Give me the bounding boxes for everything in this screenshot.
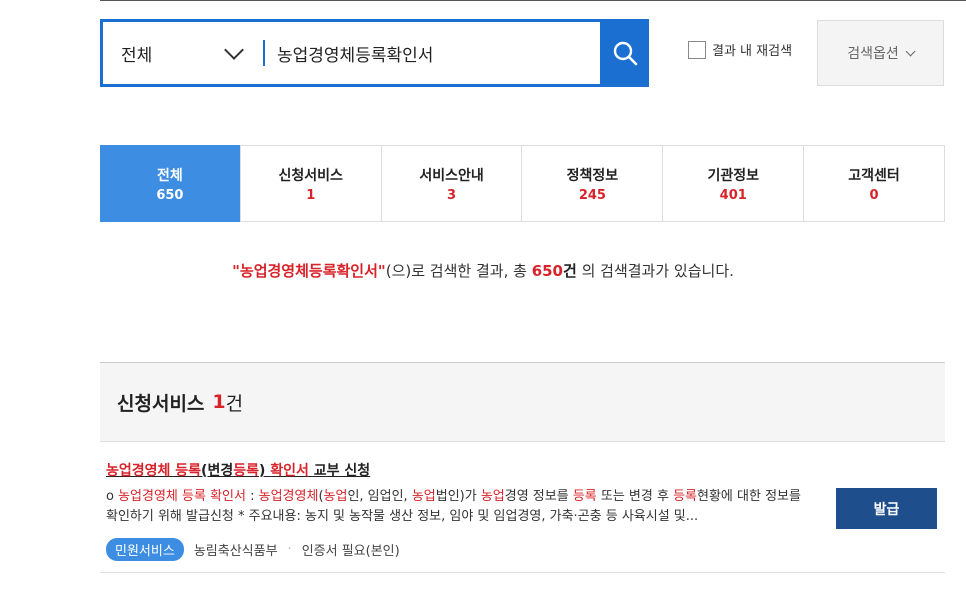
tab-label: 서비스안내 [419, 167, 484, 184]
tab-count: 1 [306, 187, 316, 203]
tab-all[interactable]: 전체 650 [100, 145, 240, 222]
title-part: 교부 신청 [308, 463, 371, 479]
result-meta: 민원서비스 농림축산식품부 · 인증서 필요(본인) [106, 538, 400, 561]
search-options-label: 검색옵션 [847, 46, 899, 62]
issue-button[interactable]: 발급 [836, 488, 937, 529]
desc-part: 인, 임업인, [347, 489, 412, 504]
desc-part: 또는 변경 후 [596, 489, 674, 504]
tab-policy-info[interactable]: 정책정보 245 [521, 146, 662, 221]
desc-part: 농업경영체 [258, 489, 319, 504]
search-input[interactable] [265, 22, 600, 84]
scope-dropdown[interactable]: 전체 [103, 22, 263, 84]
category-badge: 민원서비스 [106, 538, 184, 561]
desc-part: 농업 [411, 489, 436, 504]
tab-label: 고객센터 [848, 167, 900, 184]
chevron-down-icon [905, 46, 916, 56]
tab-label: 신청서비스 [278, 167, 343, 184]
result-summary: "농업경영체등록확인서"(으)로 검색한 결과, 총 650건 의 검색결과가 … [0, 260, 966, 281]
recheck-checkbox[interactable] [688, 40, 706, 59]
meta-separator: · [287, 542, 292, 557]
title-part: ) [258, 463, 271, 479]
desc-part: 법인)가 [435, 489, 481, 504]
tab-agency-info[interactable]: 기관정보 401 [662, 146, 803, 221]
desc-part: o [106, 489, 119, 504]
top-border [100, 0, 966, 1]
tab-count: 245 [578, 187, 606, 203]
section-count: 1 [212, 391, 226, 413]
search-button[interactable] [600, 19, 649, 87]
section-header: 신청서비스 1건 [100, 362, 945, 442]
tab-count: 650 [156, 187, 184, 203]
tab-count: 401 [719, 187, 747, 203]
result-item: 농업경영체 등록(변경등록) 확인서 교부 신청 o 농업경영체 등록 확인서 … [100, 442, 945, 573]
chevron-down-icon [224, 40, 244, 60]
section-unit: 건 [225, 392, 244, 415]
tab-count: 0 [869, 187, 879, 203]
recheck-label: 결과 내 재검색 [712, 44, 793, 59]
result-description: o 농업경영체 등록 확인서 : 농업경영체(농업인, 임업인, 농업법인)가 … [106, 487, 816, 527]
desc-part: 등록 [572, 489, 597, 504]
title-part: 등록 [233, 463, 259, 479]
tab-label: 전체 [157, 167, 183, 184]
category-tabs: 전체 650 신청서비스 1 서비스안내 3 정책정보 245 기관정보 401… [100, 145, 945, 222]
tab-customer-center[interactable]: 고객센터 0 [803, 146, 944, 221]
desc-part: 농업 [480, 489, 505, 504]
title-part: 농업경영체 등록 [106, 463, 202, 479]
recheck-toggle[interactable]: 결과 내 재검색 [688, 40, 792, 59]
tab-label: 정책정보 [566, 167, 619, 184]
tab-service-guide[interactable]: 서비스안내 3 [380, 146, 522, 221]
section-title: 신청서비스 [117, 392, 205, 415]
scope-value: 전체 [121, 45, 153, 66]
summary-keyword: "농업경영체등록확인서" [232, 262, 386, 280]
title-part: 확인서 [270, 463, 309, 479]
result-agency: 농림축산식품부 [193, 544, 278, 559]
search-bar: 전체 [100, 19, 649, 87]
summary-unit: 건 [563, 262, 577, 280]
desc-part: 농업경영체 등록 확인서 [118, 489, 246, 504]
result-title-link[interactable]: 농업경영체 등록(변경등록) 확인서 교부 신청 [106, 460, 370, 480]
search-options-button[interactable]: 검색옵션 [817, 20, 944, 86]
search-icon [613, 41, 637, 66]
tab-label: 기관정보 [707, 167, 759, 184]
desc-part: 경영 정보를 [504, 489, 573, 504]
desc-part: 농업 [323, 489, 348, 504]
tab-count: 3 [447, 187, 457, 203]
title-part: (변경 [201, 463, 234, 479]
summary-tail: 의 검색결과가 있습니다. [576, 262, 734, 280]
tab-application-service[interactable]: 신청서비스 1 [239, 146, 381, 221]
result-auth: 인증서 필요(본인) [301, 544, 400, 559]
desc-part: : [245, 489, 259, 504]
summary-total: 650 [531, 262, 563, 280]
summary-mid: (으)로 검색한 결과, 총 [385, 262, 532, 280]
desc-part: 등록 [673, 489, 698, 504]
